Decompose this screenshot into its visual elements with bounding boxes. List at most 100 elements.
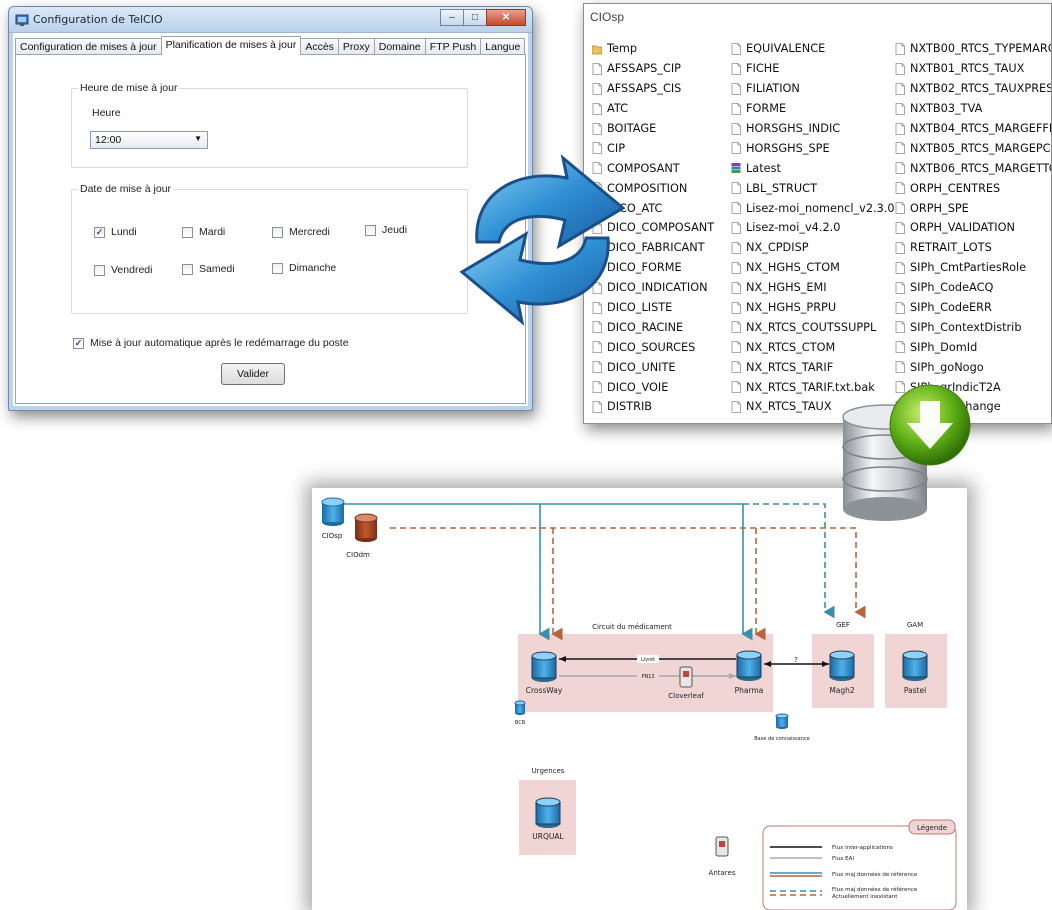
file-item[interactable]: NXTB06_RTCS_MARGETTC (895, 158, 1051, 178)
file-item[interactable]: NX_CPDISP (731, 238, 895, 258)
file-item[interactable]: NX_HGHS_CTOM (731, 258, 895, 278)
file-item[interactable]: NXTB03_TVA (895, 99, 1051, 119)
checkbox-mercredi-box[interactable] (272, 226, 283, 238)
checkbox-auto-update-box[interactable]: ✓ (73, 337, 84, 349)
file-item[interactable]: NXTB05_RTCS_MARGEPCHT (895, 138, 1051, 158)
file-item[interactable]: FORME (731, 99, 895, 119)
file-item[interactable]: SIPh_DomId (895, 337, 1051, 357)
minimize-icon[interactable]: – (440, 9, 464, 26)
file-item[interactable]: BOITAGE (592, 119, 714, 139)
file-item[interactable]: NXTB04_RTCS_MARGEFFHT (895, 119, 1051, 139)
file-name: NX_RTCS_TAUX (746, 400, 832, 414)
file-item[interactable]: Lisez-moi_nomencl_v2.3.0 (731, 198, 895, 218)
checkbox-vendredi-box[interactable] (94, 264, 105, 276)
file-icon (592, 381, 602, 393)
file-item[interactable]: AFSSAPS_CIP (592, 59, 714, 79)
file-item[interactable]: NX_RTCS_TARIF (731, 357, 895, 377)
file-icon (731, 401, 741, 413)
tab-strip: Configuration de mises à jour Planificat… (15, 36, 526, 55)
file-item[interactable]: ORPH_SPE (895, 198, 1051, 218)
tab-ftp-push[interactable]: FTP Push (424, 38, 482, 55)
file-item[interactable]: DICO_UNITE (592, 357, 714, 377)
file-icon (731, 321, 741, 334)
file-name: NX_RTCS_COUTSSUPPL (746, 320, 877, 334)
checkbox-mardi[interactable]: Mardi (182, 226, 225, 238)
checkbox-samedi[interactable]: Samedi (182, 263, 235, 275)
file-icon (731, 102, 741, 115)
checkbox-jeudi[interactable]: Jeudi (365, 224, 407, 236)
file-item[interactable]: ORPH_VALIDATION (895, 218, 1051, 238)
file-icon (731, 281, 741, 294)
chevron-down-icon: ▼ (194, 134, 202, 143)
file-item[interactable]: Lisez-moi_v4.2.0 (731, 218, 895, 238)
file-item[interactable]: Latest (731, 158, 895, 178)
file-item[interactable]: NXTB02_RTCS_TAUXPREST (895, 79, 1051, 99)
heure-select[interactable]: 12:00 ▼ (90, 131, 208, 149)
file-item[interactable]: NX_HGHS_EMI (731, 278, 895, 298)
file-name: SIPh_DomId (910, 340, 978, 354)
file-item[interactable]: SIPh_CodeACQ (895, 278, 1051, 298)
node-label-crossway: CrossWay (526, 686, 563, 695)
file-item[interactable]: DISTRIB (592, 397, 714, 417)
file-item[interactable]: NX_RTCS_COUTSSUPPL (731, 317, 895, 337)
file-item[interactable]: NXTB00_RTCS_TYPEMARGE (895, 39, 1051, 59)
file-icon (731, 43, 741, 55)
checkbox-auto-update[interactable]: ✓ Mise à jour automatique après le redém… (73, 337, 349, 349)
file-item[interactable]: SIPh_goNogo (895, 357, 1051, 377)
file-item[interactable]: SIPh_CodeERR (895, 298, 1051, 318)
heure-select-value: 12:00 (95, 134, 122, 146)
checkbox-dimanche-box[interactable] (272, 262, 283, 274)
tab-langue[interactable]: Langue (480, 38, 526, 55)
flow-ciodm-gef (390, 527, 866, 619)
tab-configuration[interactable]: Configuration de mises à jour (15, 38, 162, 55)
checkbox-mardi-box[interactable] (182, 226, 193, 238)
tab-proxy[interactable]: Proxy (337, 38, 375, 55)
file-name: DICO_VOIE (607, 380, 669, 394)
close-icon[interactable]: ✕ (486, 9, 526, 26)
file-name: SIPh_CodeERR (910, 301, 992, 315)
file-item[interactable]: ATC (592, 99, 714, 119)
node-label-pastel: Pastel (904, 686, 926, 695)
file-item[interactable]: NXTB01_RTCS_TAUX (895, 59, 1051, 79)
file-item[interactable]: HORSGHS_INDIC (731, 119, 895, 139)
group-label-urgences: Urgences (532, 767, 565, 775)
file-item[interactable]: DICO_VOIE (592, 377, 714, 397)
checkbox-vendredi[interactable]: Vendredi (94, 264, 152, 276)
checkbox-lundi-box[interactable]: ✓ (94, 226, 105, 238)
file-name: HORSGHS_INDIC (746, 122, 841, 135)
file-item[interactable]: FILIATION (731, 79, 895, 99)
file-item[interactable]: SIPh_ContextDistrib (895, 317, 1051, 337)
file-item[interactable]: NX_RTCS_CTOM (731, 337, 895, 357)
file-item[interactable]: AFSSAPS_CIS (592, 79, 714, 99)
tab-acces[interactable]: Accès (300, 38, 339, 55)
file-item[interactable]: SIPh_CmtPartiesRole (895, 258, 1051, 278)
tab-domaine[interactable]: Domaine (373, 38, 426, 55)
maximize-icon[interactable]: □ (463, 9, 487, 26)
checkbox-lundi[interactable]: ✓ Lundi (94, 226, 137, 238)
file-name: ATC (607, 102, 628, 116)
file-item[interactable]: RETRAIT_LOTS (895, 238, 1051, 258)
file-item[interactable]: EQUIVALENCE (731, 39, 895, 59)
file-item[interactable]: HORSGHS_SPE (731, 138, 895, 158)
checkbox-samedi-box[interactable] (182, 263, 193, 275)
file-name: NXTB03_TVA (910, 102, 983, 116)
file-item[interactable]: DICO_SOURCES (592, 337, 714, 357)
db-ciosp (321, 497, 345, 526)
file-item[interactable]: FICHE (731, 59, 895, 79)
file-icon (731, 122, 741, 135)
validate-button[interactable]: Valider (221, 363, 285, 385)
window-body: Configuration de mises à jour Planificat… (13, 33, 528, 406)
checkbox-dimanche[interactable]: Dimanche (272, 262, 336, 274)
file-item[interactable]: ORPH_CENTRES (895, 178, 1051, 198)
tab-planification[interactable]: Planification de mises à jour (160, 36, 302, 55)
file-name: NX_CPDISP (746, 241, 809, 255)
refresh-arrows-icon (459, 154, 626, 326)
file-item[interactable]: Temp (592, 39, 714, 59)
file-item[interactable]: NX_HGHS_PRPU (731, 298, 895, 318)
file-item[interactable]: LBL_STRUCT (731, 178, 895, 198)
file-name: DICO_SOURCES (607, 340, 696, 354)
node-label-antares: Antares (709, 869, 736, 877)
checkbox-jeudi-box[interactable] (365, 224, 376, 236)
checkbox-mercredi[interactable]: Mercredi (272, 226, 330, 238)
file-icon (895, 102, 905, 115)
